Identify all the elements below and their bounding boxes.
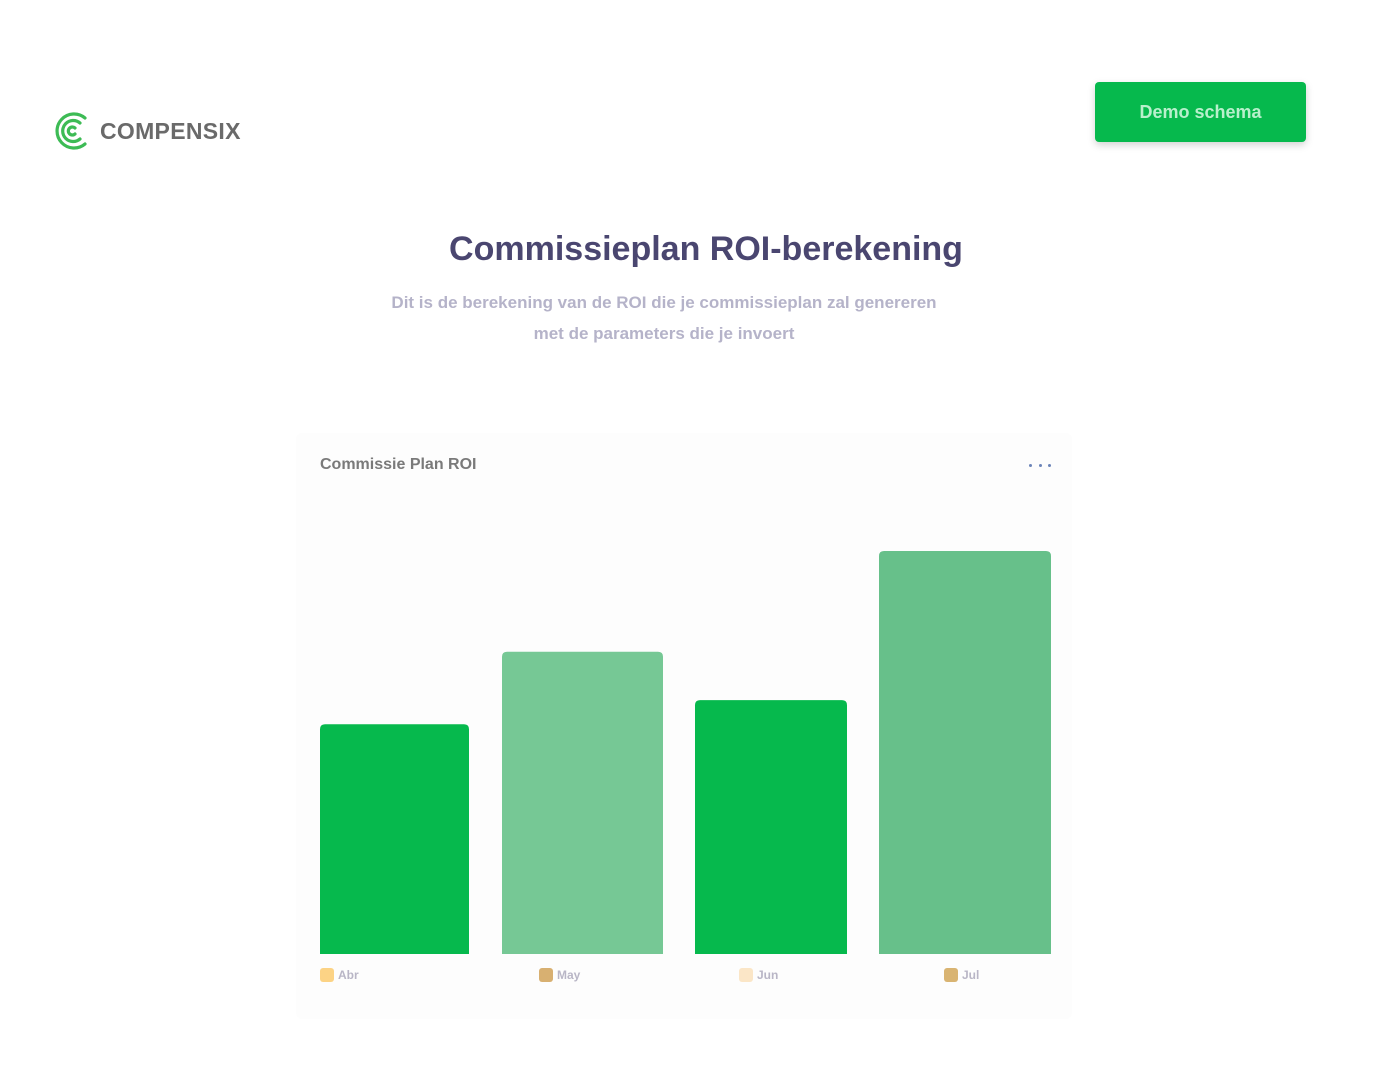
page-subtitle-line-1: Dit is de berekening van de ROI die je c… xyxy=(391,293,937,312)
chart-bar-jun[interactable] xyxy=(695,700,847,954)
chart-bar-may[interactable] xyxy=(502,651,663,954)
roi-chart-card: Abr May Jun Jul Commissie Plan ROI xyxy=(296,433,1072,1019)
page: COMPENSIX Demo schema Commissieplan ROI-… xyxy=(0,0,1390,1092)
page-title: Commissieplan ROI-berekening xyxy=(449,230,963,268)
chart-bar-abr[interactable] xyxy=(320,724,469,954)
legend-label-jun: Jun xyxy=(757,968,778,982)
legend-swatch-jul xyxy=(944,968,958,982)
legend-label-abr: Abr xyxy=(338,968,359,982)
legend-swatch-may xyxy=(539,968,553,982)
legend-swatch-abr xyxy=(320,968,334,982)
chart-title: Commissie Plan ROI xyxy=(320,456,477,473)
chart-bar-jul[interactable] xyxy=(879,551,1051,954)
brand-logo[interactable]: COMPENSIX xyxy=(50,108,241,154)
legend-label-may: May xyxy=(557,968,581,982)
roi-bar-chart: Abr May Jun Jul xyxy=(320,551,1051,982)
demo-schedule-button[interactable]: Demo schema xyxy=(1095,82,1306,142)
more-horizontal-icon[interactable] xyxy=(1029,457,1051,473)
page-subtitle-line-2: met de parameters die je invoert xyxy=(533,324,795,343)
page-subtitle: Dit is de berekening van de ROI die je c… xyxy=(364,287,964,349)
legend-swatch-jun xyxy=(739,968,753,982)
legend-label-jul: Jul xyxy=(962,968,979,982)
compensix-logo-icon xyxy=(55,112,87,150)
brand-name: COMPENSIX xyxy=(100,117,241,144)
